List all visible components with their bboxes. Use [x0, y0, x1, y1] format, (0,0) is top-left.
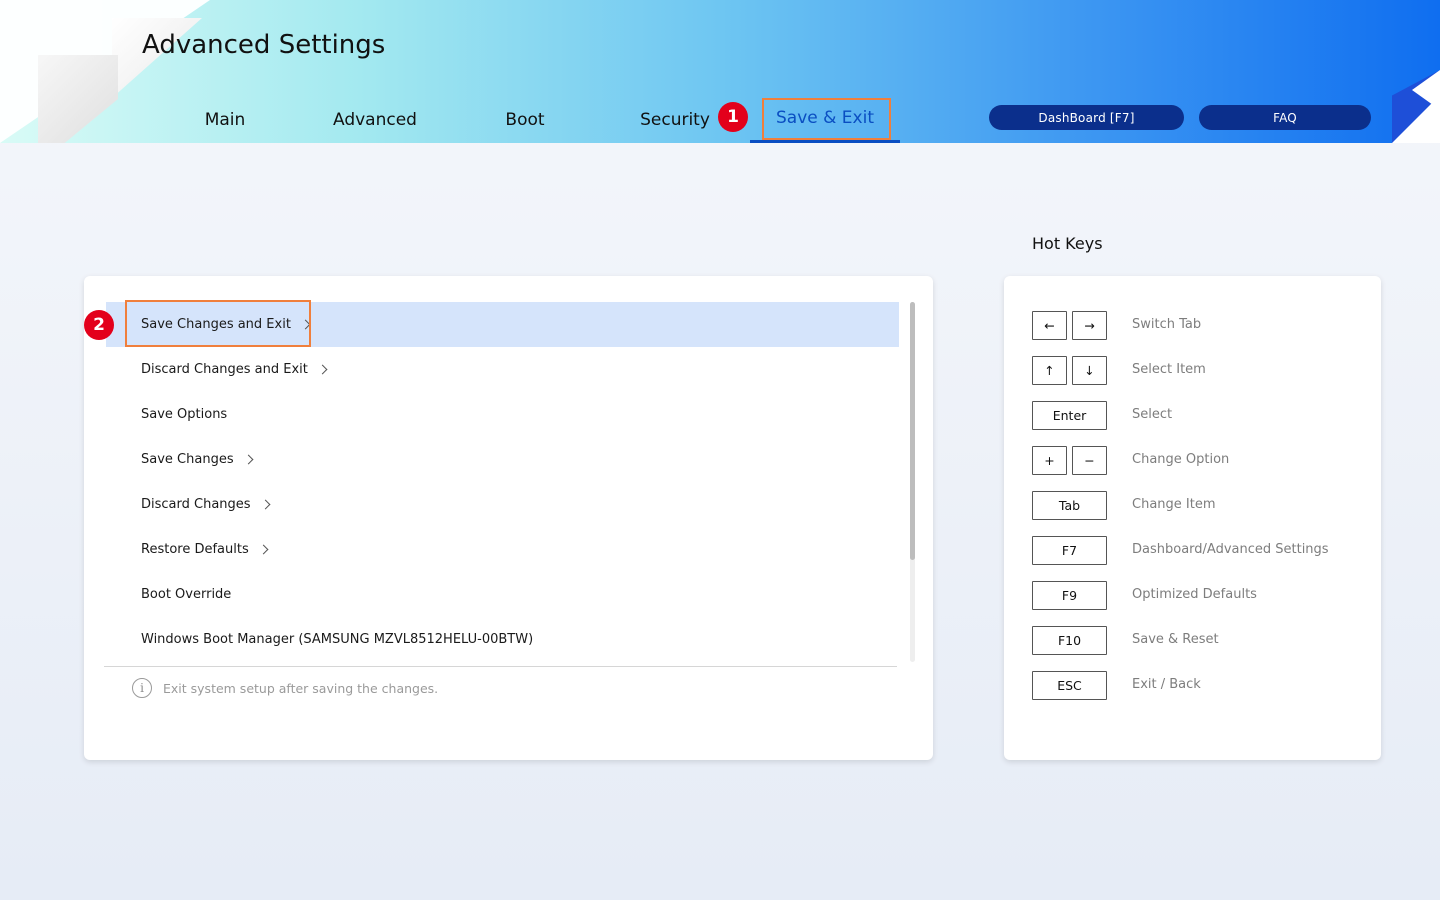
page-title: Advanced Settings [142, 30, 386, 60]
hotkey-row: Enter Select [1032, 401, 1372, 431]
chevron-right-icon [300, 319, 311, 330]
key-f7: F7 [1032, 536, 1107, 565]
hotkey-description: Change Item [1132, 497, 1216, 512]
hotkey-description: Switch Tab [1132, 317, 1202, 332]
hotkey-row: F7 Dashboard/Advanced Settings [1032, 536, 1372, 566]
divider [104, 666, 897, 667]
hotkey-description: Dashboard/Advanced Settings [1132, 542, 1329, 557]
scrollbar[interactable] [910, 302, 915, 662]
save-exit-panel: Save Changes and Exit Discard Changes an… [84, 276, 933, 760]
hotkey-description: Select [1132, 407, 1173, 422]
hotkey-description: Save & Reset [1132, 632, 1219, 647]
menu-item-label: Boot Override [141, 587, 232, 602]
menu-item-save-changes[interactable]: Save Changes [106, 437, 899, 482]
key-enter: Enter [1032, 401, 1107, 430]
key-right-arrow: → [1072, 311, 1107, 340]
menu-item-label: Discard Changes and Exit [141, 362, 308, 377]
key-up-arrow: ↑ [1032, 356, 1067, 385]
help-text: i Exit system setup after saving the cha… [132, 678, 438, 698]
menu-item-label: Restore Defaults [141, 542, 249, 557]
scrollbar-thumb[interactable] [910, 302, 915, 560]
key-minus: − [1072, 446, 1107, 475]
hotkey-row: F10 Save & Reset [1032, 626, 1372, 656]
menu-item-windows-boot-manager[interactable]: Windows Boot Manager (SAMSUNG MZVL8512HE… [106, 617, 899, 662]
chevron-right-icon [258, 544, 269, 555]
hotkey-description: Select Item [1132, 362, 1206, 377]
key-f9: F9 [1032, 581, 1107, 610]
tab-advanced[interactable]: Advanced [300, 96, 450, 143]
menu-item-label: Save Changes and Exit [141, 317, 291, 332]
menu-item-label: Windows Boot Manager (SAMSUNG MZVL8512HE… [141, 632, 534, 647]
hotkey-description: Exit / Back [1132, 677, 1201, 692]
menu-item-restore-defaults[interactable]: Restore Defaults [106, 527, 899, 572]
hotkey-row: + − Change Option [1032, 446, 1372, 476]
dashboard-button[interactable]: DashBoard [F7] [989, 105, 1184, 130]
step-marker-2: 2 [84, 310, 114, 340]
decorative-fold [38, 55, 118, 143]
key-esc: ESC [1032, 671, 1107, 700]
menu-item-boot-override: Boot Override [106, 572, 899, 617]
hotkey-row: Tab Change Item [1032, 491, 1372, 521]
menu-item-label: Save Changes [141, 452, 234, 467]
key-plus: + [1032, 446, 1067, 475]
info-icon: i [132, 678, 152, 698]
hotkeys-title: Hot Keys [1032, 234, 1103, 253]
chevron-right-icon [317, 364, 328, 375]
hotkey-row: ESC Exit / Back [1032, 671, 1372, 701]
key-left-arrow: ← [1032, 311, 1067, 340]
chevron-right-icon [260, 499, 271, 510]
help-text-label: Exit system setup after saving the chang… [163, 680, 439, 696]
menu-item-label: Save Options [141, 407, 228, 422]
key-tab: Tab [1032, 491, 1107, 520]
hotkeys-panel: ← → Switch Tab ↑ ↓ Select Item Enter Sel… [1004, 276, 1381, 760]
key-f10: F10 [1032, 626, 1107, 655]
faq-button[interactable]: FAQ [1199, 105, 1371, 130]
menu-item-save-options: Save Options [106, 392, 899, 437]
step-marker-1: 1 [718, 102, 748, 132]
tab-main[interactable]: Main [150, 96, 300, 143]
menu-item-discard-changes-and-exit[interactable]: Discard Changes and Exit [106, 347, 899, 392]
hotkey-description: Change Option [1132, 452, 1230, 467]
hotkey-description: Optimized Defaults [1132, 587, 1257, 602]
hotkey-row: ← → Switch Tab [1032, 311, 1372, 341]
tab-boot[interactable]: Boot [450, 96, 600, 143]
menu-item-save-changes-and-exit[interactable]: Save Changes and Exit [106, 302, 899, 347]
key-down-arrow: ↓ [1072, 356, 1107, 385]
menu-item-discard-changes[interactable]: Discard Changes [106, 482, 899, 527]
menu-item-label: Discard Changes [141, 497, 251, 512]
chevron-right-icon [243, 454, 254, 465]
tab-save-exit[interactable]: Save & Exit [750, 96, 900, 143]
hotkey-row: F9 Optimized Defaults [1032, 581, 1372, 611]
hotkey-row: ↑ ↓ Select Item [1032, 356, 1372, 386]
